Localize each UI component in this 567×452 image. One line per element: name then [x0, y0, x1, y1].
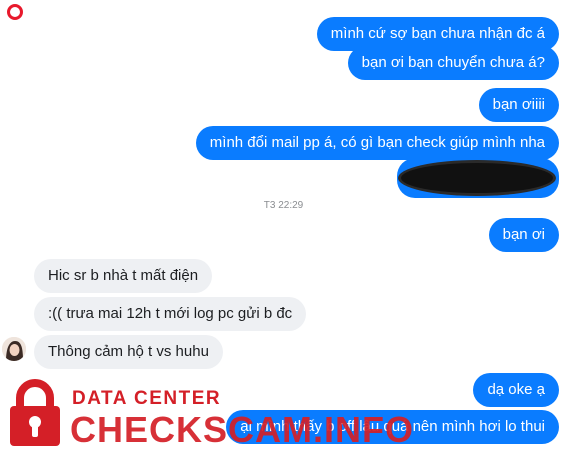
avatar-image-icon [2, 337, 26, 361]
message-incoming[interactable]: :(( trưa mai 12h t mới log pc gửi b đc [34, 297, 307, 331]
message-outgoing[interactable]: dạ oke ạ [473, 373, 559, 407]
watermark-subtitle: DATA CENTER [72, 388, 222, 409]
watermark-title: CHECKSCAM.INFO [70, 409, 414, 450]
status-ring-icon [7, 4, 23, 20]
message-outgoing[interactable]: bạn ơi bạn chuyển chưa á? [347, 46, 559, 80]
message-incoming[interactable]: Hic sr b nhà t mất điện [34, 259, 213, 293]
message-incoming[interactable]: Thông cảm hộ t vs huhu [34, 335, 223, 369]
message-outgoing[interactable]: bạn ơiiii [478, 88, 559, 122]
avatar[interactable] [2, 337, 26, 361]
timestamp: T3 22:29 [263, 200, 304, 211]
message-outgoing[interactable]: bạn ơi [488, 218, 559, 252]
redaction-mark [401, 163, 553, 193]
padlock-icon [10, 379, 60, 446]
message-outgoing[interactable]: mình đổi mail pp á, có gì bạn check giúp… [195, 126, 559, 160]
